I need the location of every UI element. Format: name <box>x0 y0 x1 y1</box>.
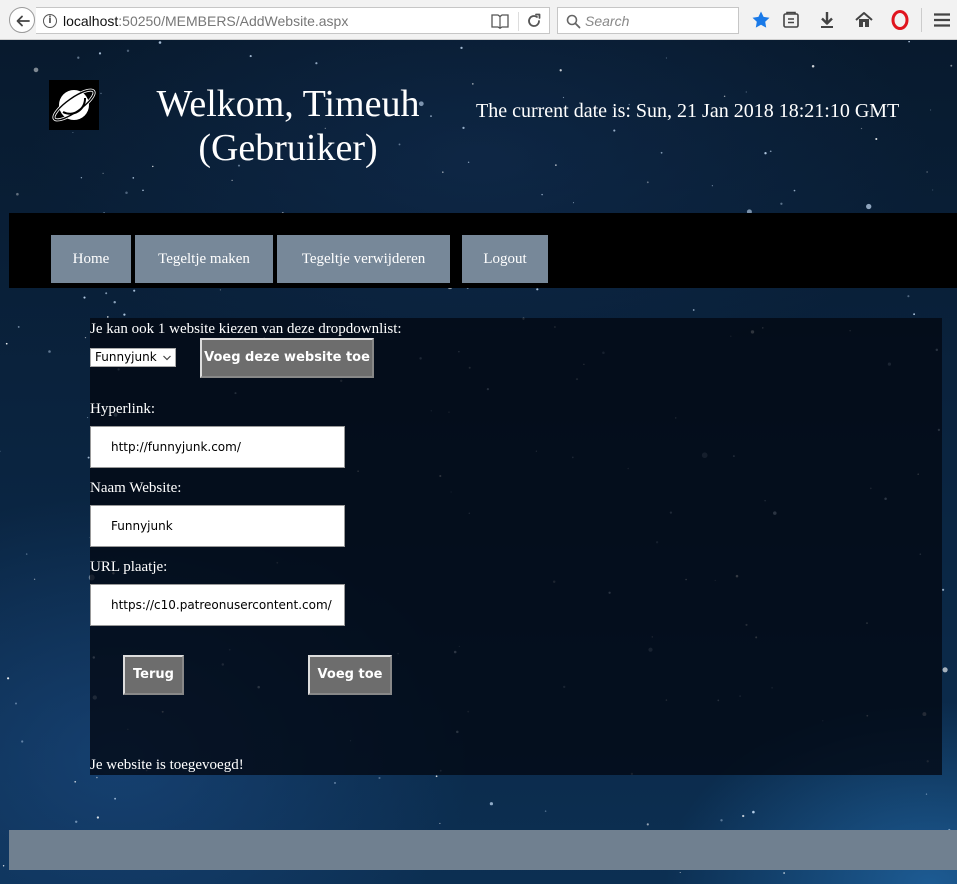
star <box>83 296 86 299</box>
star <box>96 816 100 819</box>
toolbar-separator <box>921 8 922 32</box>
image-url-label: URL plaatje: <box>90 559 168 575</box>
star <box>679 871 681 874</box>
star <box>25 553 28 555</box>
reload-icon[interactable] <box>525 12 543 30</box>
website-dropdown[interactable]: Funnyjunk <box>90 348 176 367</box>
hyperlink-input[interactable]: http://funnyjunk.com/ <box>90 426 345 468</box>
url-host: localhost <box>63 13 119 29</box>
back-button[interactable] <box>9 7 35 33</box>
back-arrow-icon <box>16 15 30 27</box>
back-form-button[interactable]: Terug <box>123 655 184 695</box>
star <box>21 740 24 743</box>
star <box>123 313 126 316</box>
star <box>14 702 18 705</box>
search-icon <box>566 14 581 29</box>
chevron-down-icon <box>163 355 171 361</box>
url-separator <box>518 12 519 31</box>
status-message: Je website is toegevoegd! <box>90 757 244 773</box>
image-url-input[interactable]: https://c10.patreonusercontent.com/ <box>90 584 345 626</box>
star <box>742 814 745 818</box>
add-website-form: Je kan ook 1 website kiezen van deze dro… <box>90 318 942 775</box>
opera-icon[interactable] <box>890 10 910 30</box>
website-name-input[interactable]: Funnyjunk <box>90 505 345 547</box>
nav-home[interactable]: Home <box>51 235 131 283</box>
navigation-bar: Home Tegeltje maken Tegeltje verwijderen… <box>9 213 957 288</box>
star <box>84 336 87 339</box>
star <box>7 677 10 680</box>
address-bar[interactable]: i localhost:50250/MEMBERS/AddWebsite.asp… <box>36 7 550 34</box>
star <box>219 289 222 291</box>
star <box>692 309 695 311</box>
search-placeholder: Search <box>585 13 630 29</box>
star <box>48 350 51 353</box>
nav-tile-remove[interactable]: Tegeltje verwijderen <box>277 235 450 283</box>
star <box>783 872 785 874</box>
star <box>378 776 381 780</box>
url-path: :50250/MEMBERS/AddWebsite.aspx <box>118 13 349 29</box>
star <box>114 797 116 800</box>
hyperlink-label: Hyperlink: <box>90 401 155 417</box>
welcome-user: Welkom, Timeuh <box>156 83 420 125</box>
info-icon[interactable]: i <box>43 14 57 28</box>
home-icon[interactable] <box>854 10 874 30</box>
star <box>720 819 723 822</box>
star <box>74 820 78 824</box>
star <box>489 802 494 806</box>
star <box>87 417 89 419</box>
star <box>544 810 547 812</box>
page-footer <box>9 830 957 870</box>
star <box>536 288 539 291</box>
star <box>33 578 36 580</box>
star <box>113 300 116 304</box>
star <box>942 667 948 673</box>
nav-logout[interactable]: Logout <box>462 235 548 283</box>
star <box>942 588 945 591</box>
add-dropdown-website-button[interactable]: Voeg deze website toe <box>200 338 374 378</box>
star <box>439 822 441 824</box>
star <box>925 793 928 795</box>
nav-tile-make[interactable]: Tegeltje maken <box>135 235 273 283</box>
planet-logo-icon <box>49 80 99 130</box>
star <box>907 295 910 298</box>
page-header: Welkom, Timeuh (Gebruiker) The current d… <box>0 40 957 210</box>
star <box>2 865 5 867</box>
bookmark-star-icon[interactable] <box>751 10 771 30</box>
star <box>752 810 755 814</box>
star <box>96 776 98 779</box>
current-date: The current date is: Sun, 21 Jan 2018 18… <box>476 100 900 122</box>
star <box>17 325 20 328</box>
star <box>5 342 8 345</box>
dropdown-value: Funnyjunk <box>95 350 157 364</box>
website-name-label: Naam Website: <box>90 480 182 496</box>
star <box>913 313 915 316</box>
star <box>334 782 336 784</box>
search-bar[interactable]: Search <box>557 7 739 34</box>
star <box>435 775 438 778</box>
star <box>105 292 108 295</box>
star <box>646 823 649 826</box>
star <box>0 450 1 452</box>
url-text: localhost:50250/MEMBERS/AddWebsite.aspx <box>63 13 348 29</box>
dropdown-label: Je kan ook 1 website kiezen van deze dro… <box>90 321 402 337</box>
menu-icon[interactable] <box>932 10 952 30</box>
download-icon[interactable] <box>817 10 837 30</box>
library-icon[interactable] <box>781 10 801 30</box>
reader-view-icon[interactable] <box>491 13 509 29</box>
page-background: Welkom, Timeuh (Gebruiker) The current d… <box>0 40 957 884</box>
welcome-role: (Gebruiker) <box>198 127 378 169</box>
add-website-button[interactable]: Voeg toe <box>308 655 392 695</box>
star <box>133 289 136 292</box>
browser-toolbar: i localhost:50250/MEMBERS/AddWebsite.asp… <box>0 0 957 40</box>
welcome-title: Welkom, Timeuh (Gebruiker) <box>130 82 446 170</box>
star <box>74 780 77 783</box>
